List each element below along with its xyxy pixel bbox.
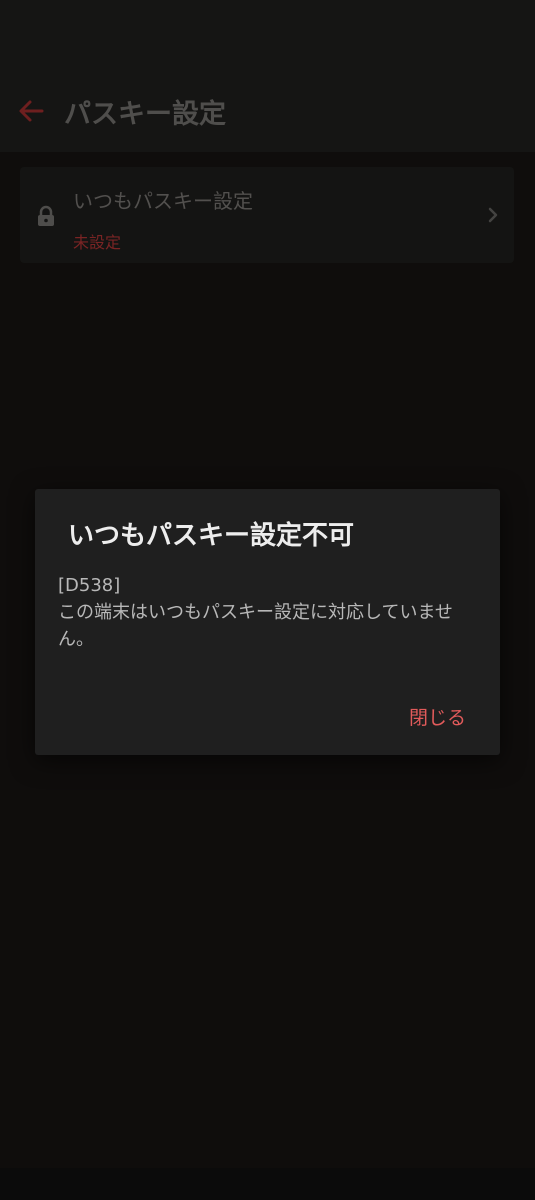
status-bar: [0, 0, 535, 60]
app-bar: パスキー設定: [0, 60, 535, 152]
dialog-message: この端末はいつもパスキー設定に対応していません。: [58, 602, 453, 650]
chevron-right-icon: [486, 205, 500, 225]
dialog-error-code: [D538]: [58, 575, 121, 596]
system-nav-bar: [0, 1168, 535, 1200]
lock-icon: [36, 205, 56, 227]
close-button[interactable]: 閉じる: [405, 701, 470, 732]
error-dialog: いつもパスキー設定不可 [D538] この端末はいつもパスキー設定に対応していま…: [35, 489, 500, 755]
setting-item-status: 未設定: [73, 233, 122, 252]
setting-item-title: いつもパスキー設定: [73, 189, 253, 213]
arrow-left-icon[interactable]: [16, 96, 46, 126]
dialog-title: いつもパスキー設定不可: [68, 521, 355, 551]
setting-item-always-passkey[interactable]: いつもパスキー設定 未設定: [20, 167, 514, 263]
page-title: パスキー設定: [64, 99, 226, 130]
